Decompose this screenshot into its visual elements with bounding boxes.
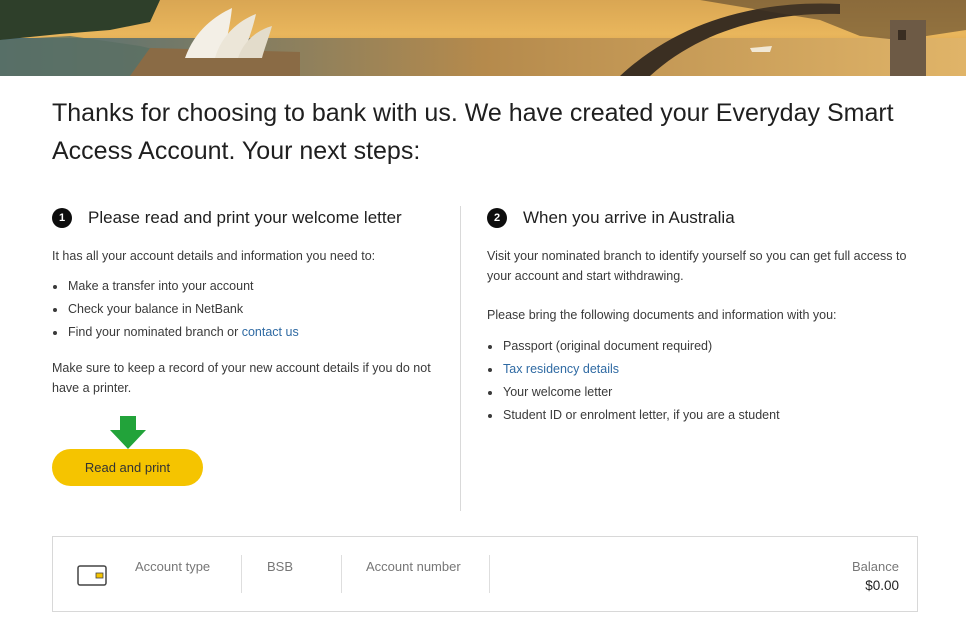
step-number-badge: 1 bbox=[52, 208, 72, 228]
list-item: Check your balance in NetBank bbox=[52, 298, 447, 321]
step-2-title: When you arrive in Australia bbox=[523, 208, 735, 227]
list-item: Make a transfer into your account bbox=[52, 275, 447, 298]
list-item: Student ID or enrolment letter, if you a… bbox=[487, 404, 907, 427]
account-type-label: Account type bbox=[135, 559, 211, 574]
step-2-section: 2 When you arrive in Australia Visit you… bbox=[487, 204, 907, 427]
arrow-down-icon bbox=[110, 416, 146, 449]
card-icon bbox=[77, 565, 107, 586]
step-number-badge: 2 bbox=[487, 208, 507, 228]
step-2-bring-text: Please bring the following documents and… bbox=[487, 308, 837, 322]
contact-us-link[interactable]: contact us bbox=[242, 325, 299, 339]
read-and-print-button[interactable]: Read and print bbox=[52, 449, 203, 486]
list-item: Your welcome letter bbox=[487, 381, 907, 404]
divider bbox=[341, 555, 342, 593]
step-1-list: Make a transfer into your account Check … bbox=[52, 275, 447, 344]
step-2-list: Passport (original document required) Ta… bbox=[487, 335, 907, 427]
step-2-header: 2 When you arrive in Australia bbox=[487, 204, 907, 232]
tax-residency-details-link[interactable]: Tax residency details bbox=[503, 362, 619, 376]
list-item-text: Find your nominated branch or bbox=[68, 325, 242, 339]
step-1-intro: It has all your account details and info… bbox=[52, 249, 376, 263]
account-summary-panel: Account type BSB Account number Balance … bbox=[52, 536, 918, 612]
list-item: Passport (original document required) bbox=[487, 335, 907, 358]
step-1-section: 1 Please read and print your welcome let… bbox=[52, 204, 447, 398]
balance-label: Balance bbox=[852, 559, 899, 574]
page-headline: Thanks for choosing to bank with us. We … bbox=[52, 99, 894, 165]
divider bbox=[241, 555, 242, 593]
list-item: Find your nominated branch or contact us bbox=[52, 321, 447, 344]
hero-banner-image bbox=[0, 0, 966, 76]
balance-value: $0.00 bbox=[865, 578, 899, 593]
divider bbox=[489, 555, 490, 593]
list-item: Tax residency details bbox=[487, 358, 907, 381]
bsb-label: BSB bbox=[267, 559, 294, 574]
step-1-note: Make sure to keep a record of your new a… bbox=[52, 361, 431, 395]
step-2-intro: Visit your nominated branch to identify … bbox=[487, 249, 907, 283]
column-divider bbox=[460, 206, 461, 511]
sydney-harbour-illustration bbox=[0, 0, 966, 76]
step-1-title: Please read and print your welcome lette… bbox=[88, 208, 402, 227]
account-number-label: Account number bbox=[366, 559, 461, 574]
step-1-header: 1 Please read and print your welcome let… bbox=[52, 204, 447, 232]
